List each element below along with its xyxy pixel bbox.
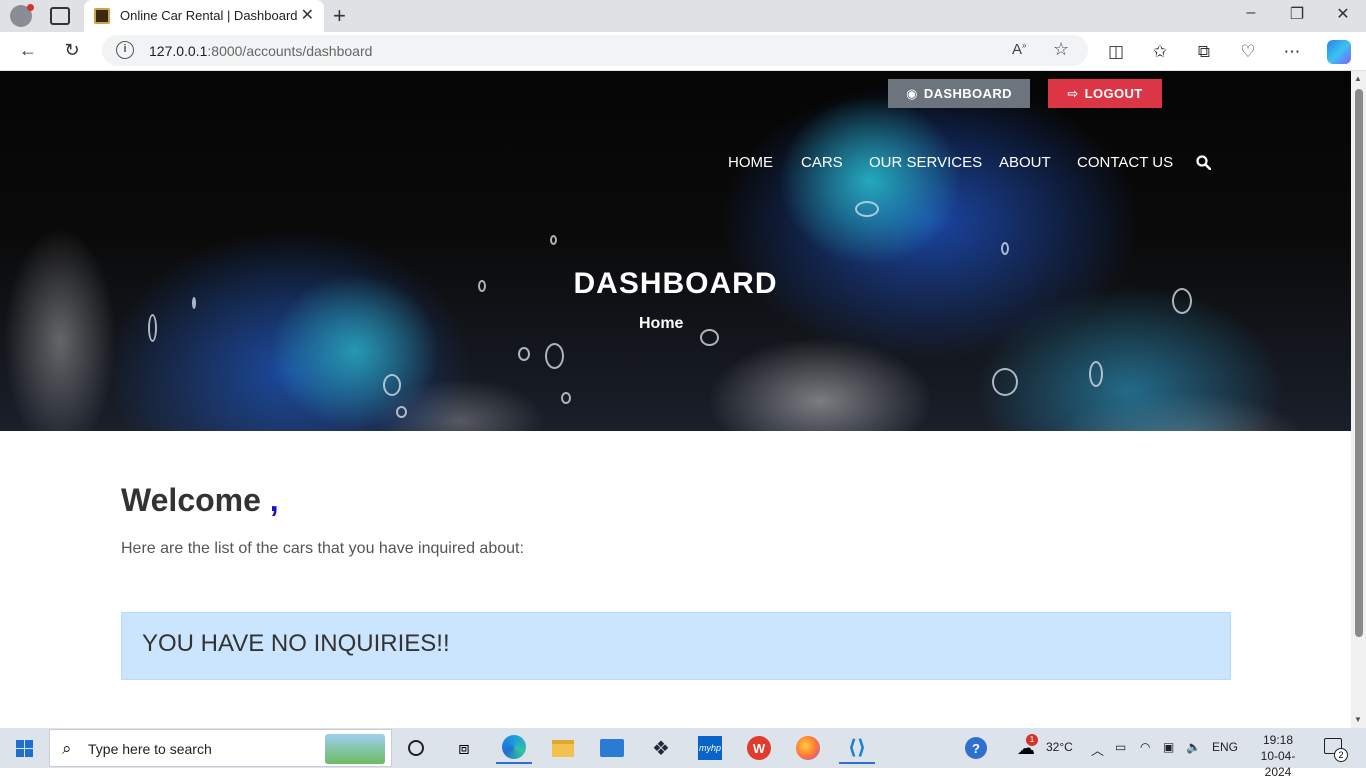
search-placeholder: Type here to search [88, 741, 212, 757]
firefox-icon[interactable] [790, 732, 826, 764]
tab-title: Online Car Rental | Dashboard [120, 8, 298, 23]
welcome-text: Welcome [121, 482, 261, 518]
raindrop-decoration [396, 406, 407, 418]
logout-button-label: LOGOUT [1084, 86, 1143, 101]
minimize-icon[interactable]: – [1236, 4, 1266, 22]
welcome-username: , [269, 482, 279, 518]
search-highlight-illustration [325, 734, 385, 764]
wps-office-icon[interactable]: W [741, 732, 777, 764]
windows-start-icon[interactable] [16, 740, 33, 757]
collections-icon[interactable]: ⧉ [1192, 42, 1216, 62]
file-explorer-icon[interactable] [545, 732, 581, 764]
page-scrollbar[interactable]: ▲ ▼ [1351, 71, 1366, 728]
raindrop-decoration [545, 343, 564, 369]
nav-about[interactable]: ABOUT [999, 154, 1051, 171]
clock-time: 19:18 [1262, 733, 1294, 747]
logout-icon: ⇨ [1067, 85, 1079, 101]
profile-icon[interactable] [10, 4, 34, 27]
browser-address-bar: ← ↻ i 127.0.0.1:8000/accounts/dashboard … [0, 32, 1366, 71]
favorite-star-icon[interactable]: ☆ [1053, 39, 1069, 60]
split-screen-icon[interactable]: ◫ [1104, 42, 1128, 62]
dashboard-button-label: DASHBOARD [923, 86, 1012, 101]
dashboard-button[interactable]: ◉ DASHBOARD [888, 79, 1030, 108]
browser-essentials-icon[interactable]: ♡ [1236, 42, 1260, 62]
raindrop-decoration [700, 329, 719, 346]
tab-actions-icon[interactable] [50, 7, 70, 25]
help-icon[interactable]: ? [958, 732, 994, 764]
reload-icon[interactable]: ↻ [60, 40, 84, 61]
clock-date: 10-04-2024 [1260, 749, 1296, 779]
mail-icon[interactable] [594, 732, 630, 764]
system-clock[interactable]: 19:18 10-04-2024 [1252, 732, 1304, 780]
raindrop-decoration [561, 392, 571, 404]
cortana-icon[interactable] [398, 732, 434, 764]
windows-taskbar: ⌕ Type here to search ⧈ ❖ myhp W ⟨⟩ ? ☁ 1… [0, 728, 1366, 779]
edge-browser-icon[interactable] [496, 732, 532, 764]
language-indicator[interactable]: ENG [1212, 740, 1238, 754]
url-input[interactable]: i 127.0.0.1:8000/accounts/dashboard A» ☆ [102, 35, 1088, 66]
show-hidden-icons-icon[interactable]: ︿ [1091, 740, 1104, 759]
site-favicon-icon [94, 8, 110, 24]
read-aloud-icon[interactable]: A» [1012, 41, 1026, 58]
logout-button[interactable]: ⇨ LOGOUT [1048, 79, 1162, 108]
scroll-thumb[interactable] [1355, 89, 1363, 637]
scroll-down-icon[interactable]: ▼ [1354, 715, 1362, 724]
task-view-icon[interactable]: ⧈ [446, 732, 482, 764]
wifi-icon[interactable]: ◠ [1140, 740, 1150, 754]
raindrop-decoration [1089, 361, 1103, 387]
raindrop-decoration [1001, 242, 1009, 255]
dashboard-gauge-icon: ◉ [906, 85, 918, 101]
raindrop-decoration [518, 347, 530, 361]
nav-our-services[interactable]: OUR SERVICES [869, 154, 982, 171]
notification-count-badge: 2 [1334, 748, 1348, 762]
taskbar-search-input[interactable]: ⌕ Type here to search [49, 729, 392, 767]
web-page: ◉ DASHBOARD ⇨ LOGOUT HOME CARS OUR SERVI… [0, 71, 1351, 728]
no-inquiries-alert: YOU HAVE NO INQUIRIES!! [121, 612, 1231, 680]
nav-cars[interactable]: CARS [801, 154, 843, 171]
favorites-icon[interactable]: ✩ [1148, 42, 1172, 62]
close-window-icon[interactable]: ✕ [1328, 4, 1358, 24]
raindrop-decoration [550, 235, 557, 245]
weather-icon[interactable]: ☁ 1 [1008, 732, 1044, 764]
page-title: DASHBOARD [573, 267, 778, 300]
browser-tab-active[interactable]: Online Car Rental | Dashboard ✕ [84, 0, 324, 32]
vscode-icon[interactable]: ⟨⟩ [839, 732, 875, 764]
scroll-up-icon[interactable]: ▲ [1354, 74, 1362, 83]
search-icon: ⌕ [62, 739, 72, 758]
weather-temperature[interactable]: 32°C [1046, 740, 1073, 754]
tab-close-icon[interactable]: ✕ [301, 5, 314, 25]
hero-banner: ◉ DASHBOARD ⇨ LOGOUT HOME CARS OUR SERVI… [0, 71, 1351, 431]
nav-home[interactable]: HOME [728, 154, 773, 171]
more-options-icon[interactable]: ⋯ [1280, 42, 1304, 62]
browser-tab-bar: Online Car Rental | Dashboard ✕ + – ❐ ✕ [0, 0, 1366, 32]
alert-text: YOU HAVE NO INQUIRIES!! [142, 630, 450, 657]
new-tab-icon[interactable]: + [333, 3, 346, 29]
raindrop-decoration [855, 201, 879, 217]
search-icon[interactable] [1196, 155, 1211, 170]
breadcrumb-home[interactable]: Home [639, 315, 683, 333]
url-text: 127.0.0.1:8000/accounts/dashboard [149, 43, 373, 59]
raindrop-decoration [383, 374, 401, 396]
welcome-heading: Welcome , [121, 482, 279, 519]
back-icon[interactable]: ← [16, 40, 40, 61]
restore-icon[interactable]: ❐ [1282, 4, 1312, 24]
myhp-icon[interactable]: myhp [692, 732, 728, 764]
raindrop-decoration [148, 314, 157, 342]
dropbox-icon[interactable]: ❖ [643, 732, 679, 764]
nav-contact-us[interactable]: CONTACT US [1077, 154, 1173, 171]
battery-icon[interactable]: ▭ [1115, 740, 1126, 754]
meet-now-icon[interactable]: ▣ [1163, 740, 1174, 754]
raindrop-decoration [992, 368, 1018, 396]
site-info-icon[interactable]: i [116, 41, 134, 59]
inquiry-intro-text: Here are the list of the cars that you h… [121, 540, 524, 557]
volume-icon[interactable]: 🔈 [1186, 740, 1201, 754]
weather-badge: 1 [1026, 734, 1038, 746]
copilot-icon[interactable] [1327, 40, 1351, 64]
